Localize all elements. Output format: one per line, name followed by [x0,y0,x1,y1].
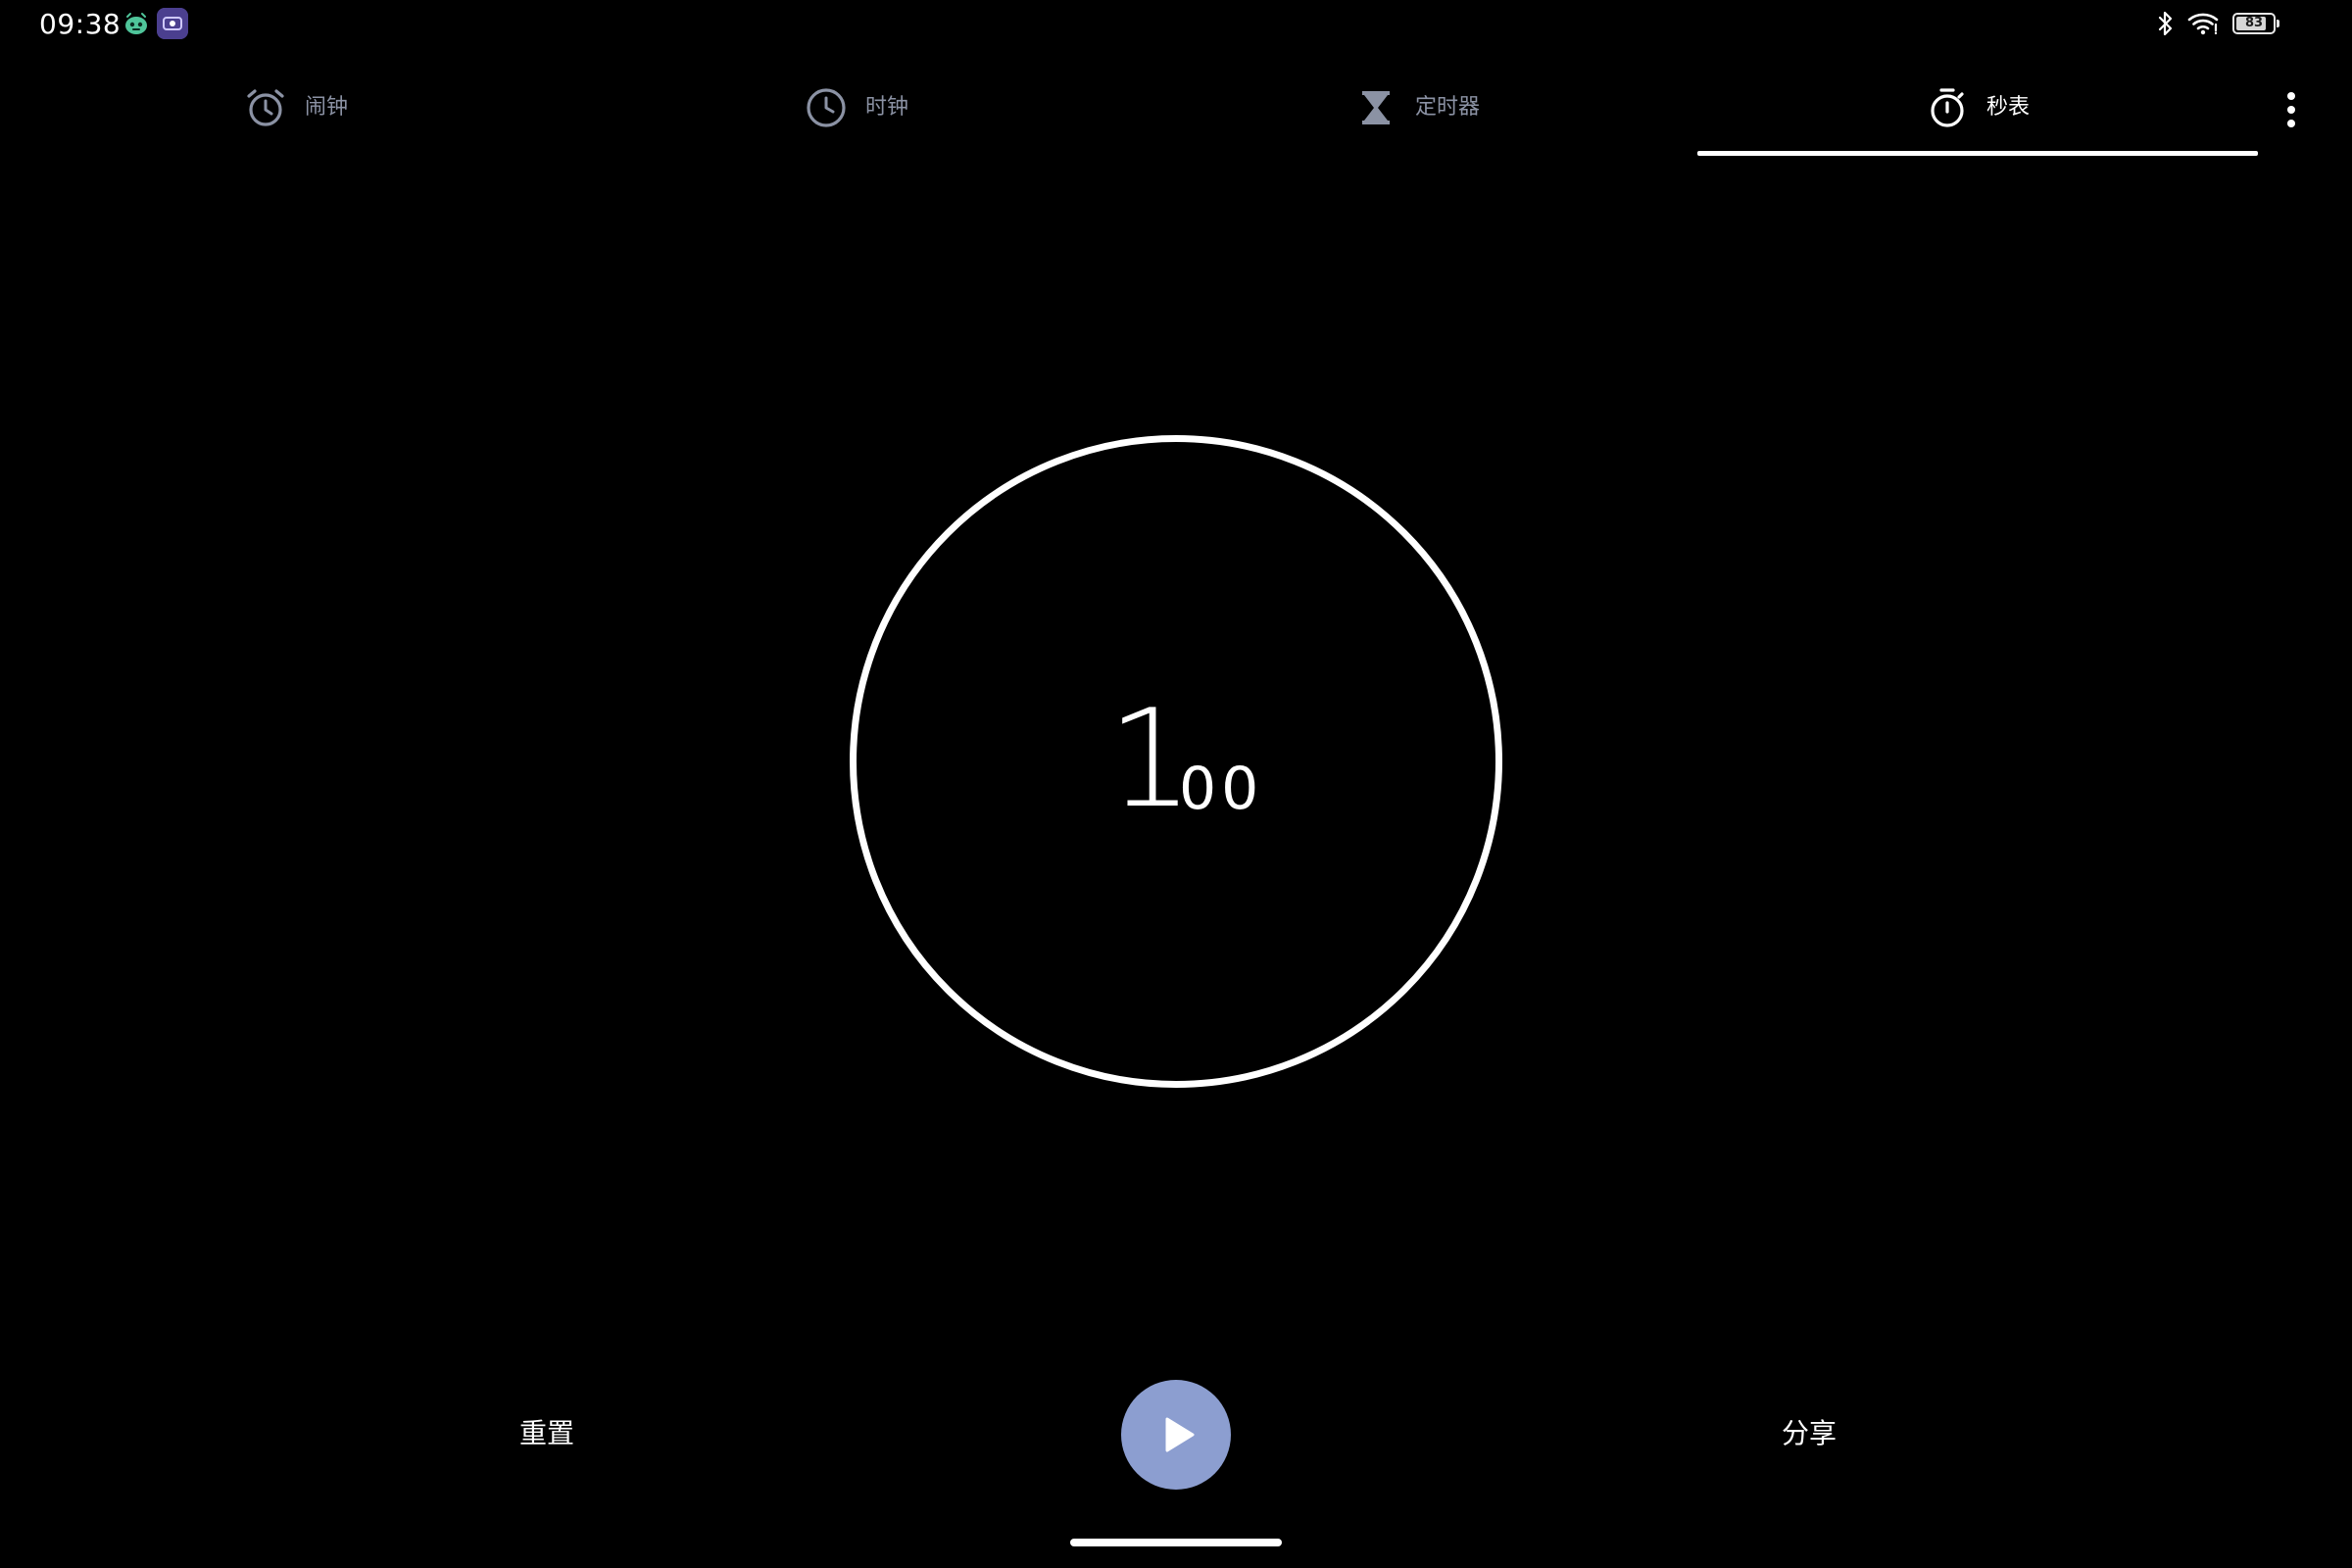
home-indicator[interactable] [1070,1539,1282,1546]
status-icons: 83 [2156,8,2279,39]
active-tab-indicator [1697,151,2258,156]
screen-recorder-icon [157,8,188,39]
status-bar: 09:38 83 [0,0,2352,49]
bluetooth-icon [2158,11,2173,36]
tab-clock[interactable]: 时钟 [576,59,1137,157]
tab-timer[interactable]: 定时器 [1137,59,1697,157]
stopwatch-icon [1931,88,1964,127]
elapsed-time: 1 00 [1078,686,1274,833]
tab-label: 时钟 [864,95,908,120]
clock-icon [807,88,846,127]
clock-app-screen: 09:38 83 闹钟 时钟 定时器 秒表 1 00 重置 分享 [0,0,2352,1568]
more-options-icon[interactable] [2272,82,2311,137]
tab-alarm[interactable]: 闹钟 [16,59,576,157]
wifi-icon [2187,13,2219,35]
tab-stopwatch[interactable]: 秒表 [1697,59,2258,157]
reset-button[interactable]: 重置 [519,1414,574,1453]
start-button[interactable] [1121,1380,1231,1490]
app-robot-icon [121,8,152,39]
battery-icon: 83 [2232,13,2279,34]
status-time: 09:38 [39,8,122,40]
share-button[interactable]: 分享 [1782,1414,1837,1453]
play-icon [1165,1417,1195,1452]
tab-label: 秒表 [1985,95,2030,120]
hourglass-icon [1361,91,1390,124]
elapsed-hundredths: 00 [1179,755,1264,823]
tab-bar: 闹钟 时钟 定时器 秒表 [0,59,2352,157]
tab-label: 闹钟 [304,95,348,120]
tab-label: 定时器 [1414,95,1480,120]
alarm-icon [247,89,284,126]
battery-level: 83 [2244,16,2264,30]
